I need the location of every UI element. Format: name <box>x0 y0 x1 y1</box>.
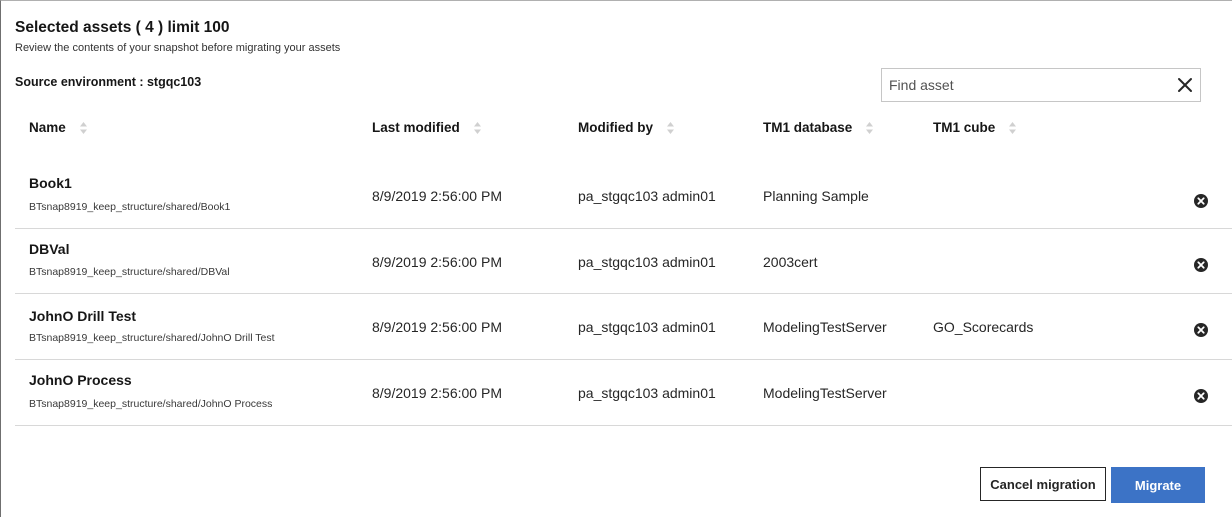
table-row: DBVal BTsnap8919_keep_structure/shared/D… <box>15 229 1232 294</box>
table-row: JohnO Process BTsnap8919_keep_structure/… <box>15 360 1232 426</box>
sort-arrows-icon[interactable] <box>473 121 481 134</box>
column-header-name[interactable]: Name <box>29 120 87 135</box>
tm1-database-cell: Planning Sample <box>763 188 869 204</box>
find-asset-search <box>881 68 1201 102</box>
asset-path: BTsnap8919_keep_structure/shared/DBVal <box>29 266 230 278</box>
last-modified-cell: 8/9/2019 2:56:00 PM <box>372 188 502 204</box>
remove-circle-icon[interactable] <box>1193 388 1209 404</box>
last-modified-cell: 8/9/2019 2:56:00 PM <box>372 254 502 270</box>
remove-circle-icon[interactable] <box>1193 322 1209 338</box>
asset-name: DBVal <box>29 241 70 257</box>
asset-name: JohnO Drill Test <box>29 308 137 324</box>
column-header-label: TM1 cube <box>933 120 996 135</box>
cancel-migration-button[interactable]: Cancel migration <box>980 467 1106 501</box>
asset-name: Book1 <box>29 175 72 191</box>
dialog-subtitle: Review the contents of your snapshot bef… <box>15 42 341 54</box>
migrate-button[interactable]: Migrate <box>1111 467 1205 503</box>
column-header-label: TM1 database <box>763 120 853 135</box>
tm1-database-cell: ModelingTestServer <box>763 385 887 401</box>
modified-by-cell: pa_stgqc103 admin01 <box>578 319 716 335</box>
remove-circle-icon[interactable] <box>1193 257 1209 273</box>
last-modified-cell: 8/9/2019 2:56:00 PM <box>372 319 502 335</box>
source-environment-label: Source environment : stgqc103 <box>15 75 202 89</box>
sort-arrows-icon[interactable] <box>667 121 674 134</box>
dialog-title: Selected assets ( 4 ) limit 100 <box>15 19 230 36</box>
last-modified-cell: 8/9/2019 2:56:00 PM <box>372 385 502 401</box>
modified-by-cell: pa_stgqc103 admin01 <box>578 254 716 270</box>
table-row: JohnO Drill Test BTsnap8919_keep_structu… <box>15 294 1232 360</box>
column-header-label: Name <box>29 120 66 135</box>
sort-arrows-icon[interactable] <box>1009 121 1017 134</box>
column-header-tm1-database[interactable]: TM1 database <box>763 120 874 135</box>
asset-path: BTsnap8919_keep_structure/shared/Book1 <box>29 201 231 213</box>
column-header-last-modified[interactable]: Last modified <box>372 120 481 135</box>
tm1-database-cell: 2003cert <box>763 254 818 270</box>
sort-arrows-icon[interactable] <box>79 121 87 134</box>
migration-dialog: Selected assets ( 4 ) limit 100 Review t… <box>0 0 1232 517</box>
remove-circle-icon[interactable] <box>1193 193 1209 209</box>
column-header-label: Modified by <box>578 120 653 135</box>
close-icon[interactable] <box>1176 76 1194 94</box>
tm1-database-cell: ModelingTestServer <box>763 319 887 335</box>
column-header-tm1-cube[interactable]: TM1 cube <box>933 120 1017 135</box>
asset-name: JohnO Process <box>29 372 132 388</box>
find-asset-input[interactable] <box>889 69 1159 101</box>
modified-by-cell: pa_stgqc103 admin01 <box>578 385 716 401</box>
table-row: Book1 BTsnap8919_keep_structure/shared/B… <box>15 161 1232 229</box>
column-header-modified-by[interactable]: Modified by <box>578 120 674 135</box>
asset-path: BTsnap8919_keep_structure/shared/JohnO D… <box>29 332 275 344</box>
column-header-label: Last modified <box>372 120 460 135</box>
asset-path: BTsnap8919_keep_structure/shared/JohnO P… <box>29 398 273 410</box>
sort-arrows-icon[interactable] <box>866 121 874 134</box>
tm1-cube-cell: GO_Scorecards <box>933 319 1034 335</box>
modified-by-cell: pa_stgqc103 admin01 <box>578 188 716 204</box>
